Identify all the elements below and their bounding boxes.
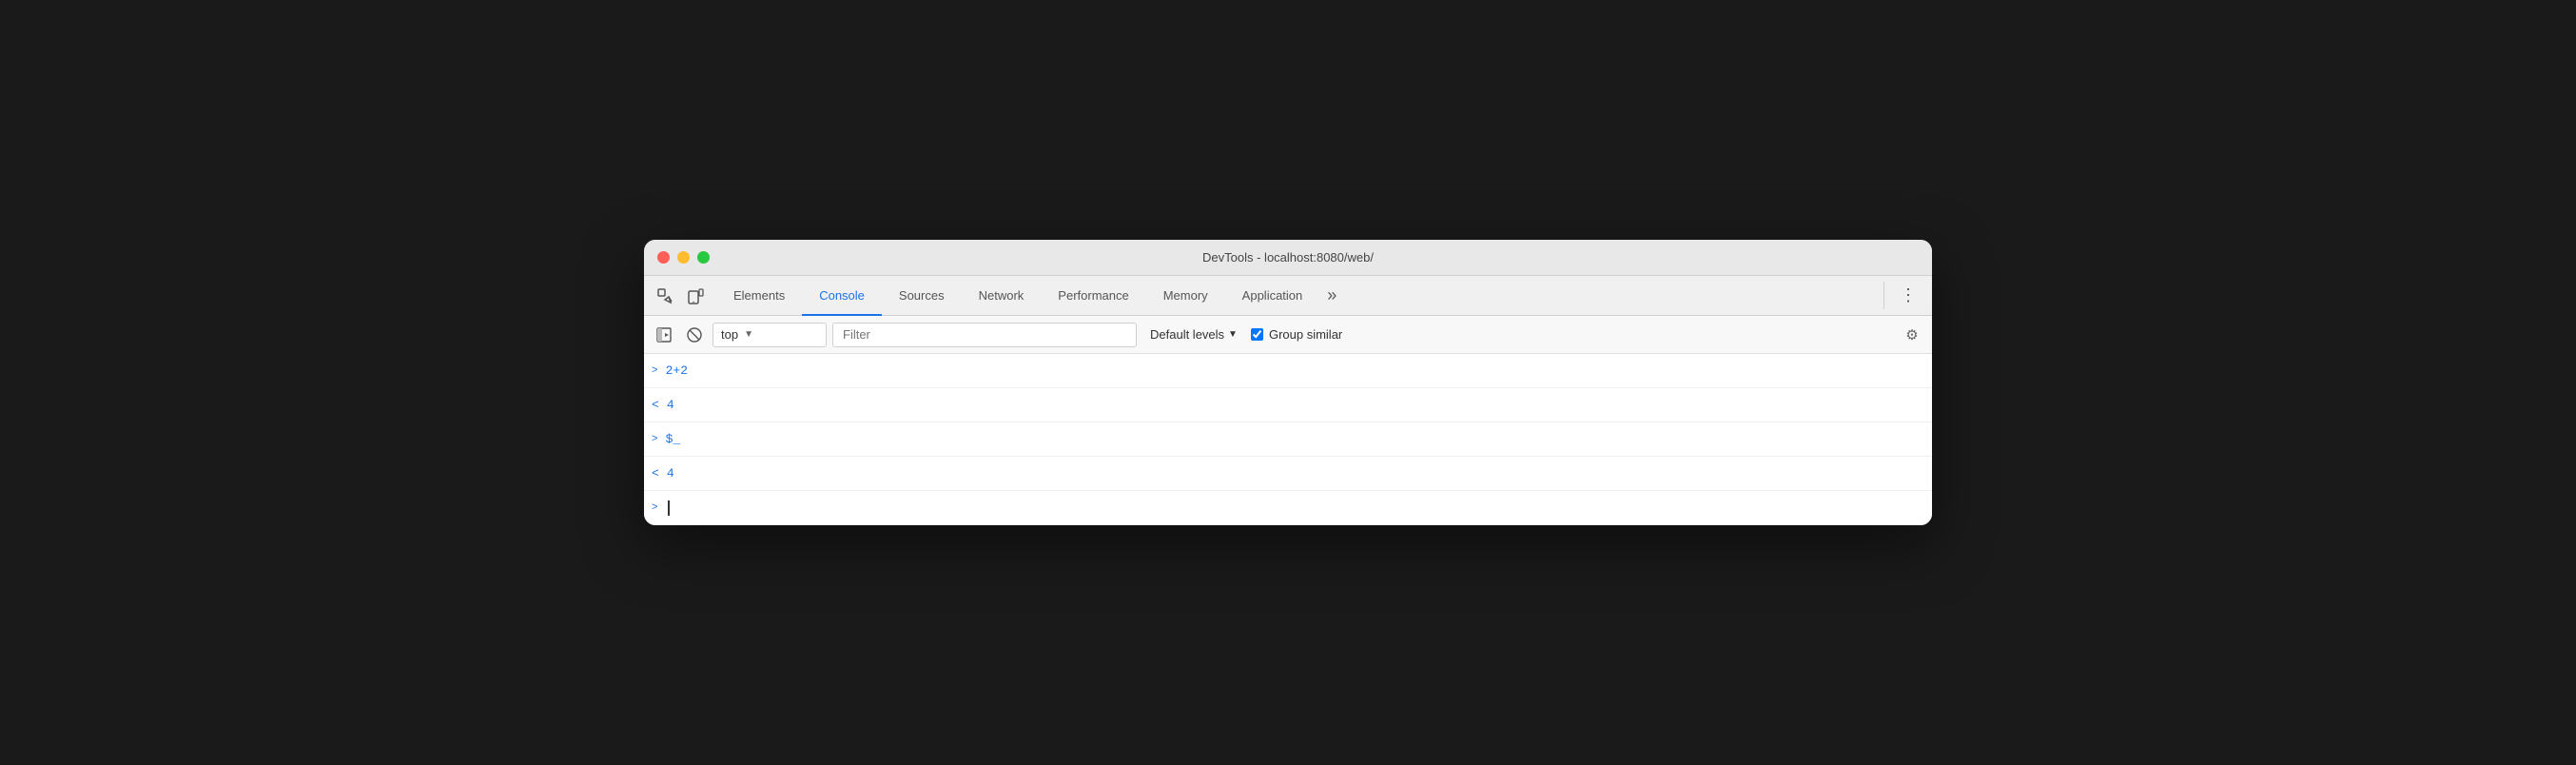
- toolbar-divider: [1883, 282, 1884, 309]
- group-similar-checkbox[interactable]: [1251, 328, 1263, 341]
- levels-dropdown-icon: ▼: [1228, 329, 1238, 340]
- tab-sources[interactable]: Sources: [882, 276, 962, 316]
- console-input-2: $_: [666, 432, 681, 446]
- tab-application[interactable]: Application: [1225, 276, 1320, 316]
- toolbar-icons: [652, 276, 709, 315]
- close-button[interactable]: [657, 251, 670, 264]
- main-toolbar: Elements Console Sources Network Perform…: [644, 276, 1932, 316]
- more-tabs-button[interactable]: »: [1319, 276, 1344, 315]
- filter-input[interactable]: [832, 323, 1137, 347]
- console-input-1: 2+2: [666, 363, 688, 378]
- context-selector[interactable]: top ▼: [712, 323, 827, 347]
- devtools-window: DevTools - localhost:8080/web/: [644, 240, 1932, 525]
- tab-elements[interactable]: Elements: [716, 276, 802, 316]
- device-toggle-button[interactable]: [682, 283, 709, 309]
- devtools-menu-button[interactable]: ⋮: [1892, 276, 1924, 315]
- dropdown-arrow-icon: ▼: [744, 329, 753, 340]
- console-line-1: > 2+2: [644, 354, 1932, 388]
- context-value: top: [721, 327, 738, 342]
- console-content: > 2+2 < 4 > $_ < 4 >: [644, 354, 1932, 525]
- clear-console-button[interactable]: [682, 323, 707, 347]
- inspector-button[interactable]: [652, 283, 678, 309]
- tab-console[interactable]: Console: [802, 276, 882, 316]
- input-arrow-1: >: [652, 365, 658, 377]
- window-title: DevTools - localhost:8080/web/: [1202, 250, 1374, 265]
- output-arrow-2: <: [652, 466, 659, 481]
- tab-network[interactable]: Network: [962, 276, 1042, 316]
- console-line-3: > $_: [644, 422, 1932, 457]
- output-arrow-1: <: [652, 398, 659, 412]
- maximize-button[interactable]: [697, 251, 710, 264]
- console-toolbar: top ▼ Default levels ▼ Group similar ⚙: [644, 316, 1932, 354]
- console-sidebar-button[interactable]: [652, 323, 676, 347]
- traffic-lights: [657, 251, 710, 264]
- text-cursor: [668, 500, 670, 516]
- tabs-bar: Elements Console Sources Network Perform…: [716, 276, 1344, 315]
- input-arrow-2: >: [652, 434, 658, 445]
- tab-performance[interactable]: Performance: [1041, 276, 1145, 316]
- console-settings-button[interactable]: ⚙: [1900, 323, 1924, 347]
- console-output-2: 4: [667, 466, 674, 481]
- title-bar: DevTools - localhost:8080/web/: [644, 240, 1932, 276]
- console-output-1: 4: [667, 398, 674, 412]
- prompt-arrow: >: [652, 502, 658, 514]
- console-line-4: < 4: [644, 457, 1932, 491]
- tab-memory[interactable]: Memory: [1146, 276, 1225, 316]
- console-line-2: < 4: [644, 388, 1932, 422]
- console-input-line[interactable]: >: [644, 491, 1932, 525]
- group-similar-toggle[interactable]: Group similar: [1251, 327, 1342, 342]
- settings-gear-icon: ⚙: [1905, 326, 1918, 343]
- minimize-button[interactable]: [677, 251, 690, 264]
- levels-selector[interactable]: Default levels ▼: [1142, 323, 1245, 347]
